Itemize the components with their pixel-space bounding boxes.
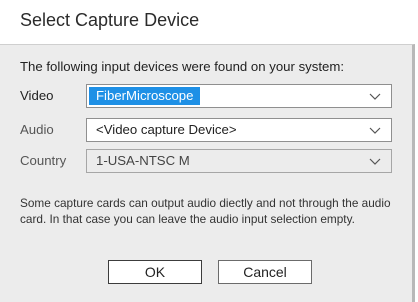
cancel-button[interactable]: Cancel — [218, 260, 312, 284]
dialog-body: The following input devices were found o… — [0, 44, 415, 302]
chevron-down-icon — [369, 93, 381, 100]
chevron-down-icon — [369, 158, 381, 165]
audio-dropdown-value: <Video capture Device> — [96, 122, 237, 137]
title-bar: Select Capture Device — [0, 0, 418, 44]
country-label: Country — [20, 153, 67, 168]
video-dropdown-value: FiberMicroscope — [89, 87, 201, 105]
country-dropdown-value: 1-USA-NTSC M — [96, 153, 190, 168]
select-capture-device-dialog: Select Capture Device The following inpu… — [0, 0, 418, 302]
video-dropdown[interactable]: FiberMicroscope — [86, 84, 392, 108]
intro-text: The following input devices were found o… — [20, 59, 344, 74]
video-label: Video — [20, 88, 54, 103]
help-text: Some capture cards can output audio diec… — [20, 196, 391, 226]
ok-button[interactable]: OK — [108, 260, 202, 284]
chevron-down-icon — [369, 127, 381, 134]
dialog-title: Select Capture Device — [20, 10, 200, 30]
audio-label: Audio — [20, 122, 54, 137]
audio-dropdown[interactable]: <Video capture Device> — [86, 118, 392, 142]
country-dropdown[interactable]: 1-USA-NTSC M — [86, 149, 392, 173]
